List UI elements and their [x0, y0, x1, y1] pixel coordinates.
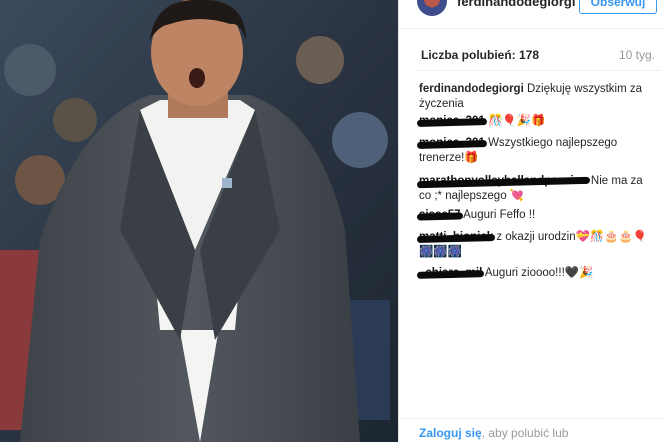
comment-item: ferdinandodegiorgi Dziękuję wszystkim za…: [419, 82, 655, 112]
comment-text: Auguri Feffo !!: [463, 209, 536, 221]
likes-row: Liczba polubień: 178 10 tyg.: [421, 48, 661, 62]
login-link[interactable]: Zaloguj się: [419, 426, 482, 440]
comment-item: matti_bionick z okazji urodzin💝🎊🎂🎂🎈🎆🎆🎆: [419, 230, 655, 260]
comment-item: monica_301 Wszystkiego najlepszego trene…: [419, 136, 655, 166]
divider: [417, 70, 661, 71]
comment-username[interactable]: marathonvolleyballandpassion: [419, 175, 588, 187]
coach-photo-illustration: [0, 0, 398, 442]
comment-username[interactable]: monica_301: [419, 137, 485, 149]
comment-username[interactable]: _chiara_mil: [419, 267, 482, 279]
comment-text: 🎊🎈🎉🎁: [488, 115, 546, 127]
likes-count[interactable]: Liczba polubień: 178: [421, 48, 539, 62]
comment-text: Auguri zioooo!!!🖤🎉: [484, 267, 594, 279]
post-photo: [0, 0, 398, 442]
post-time[interactable]: 10 tyg.: [619, 48, 655, 62]
login-row: Zaloguj się, aby polubić lub: [419, 426, 568, 440]
comment-username[interactable]: monica_301: [419, 115, 485, 127]
comment-item: sisse57 Auguri Feffo !!: [419, 208, 655, 223]
login-prompt-text: , aby polubić lub: [481, 426, 569, 440]
login-prompt: Zaloguj się, aby polubić lub: [399, 418, 664, 443]
comment-username[interactable]: ferdinandodegiorgi: [419, 83, 524, 95]
comment-item: _chiara_mil Auguri zioooo!!!🖤🎉: [419, 266, 655, 281]
post-author-username[interactable]: ferdinandodegiorgi: [457, 0, 575, 9]
comment-username[interactable]: matti_bionick: [419, 231, 493, 243]
comments-sidebar: ferdinandodegiorgi Obserwuj Liczba polub…: [398, 0, 664, 442]
comment-item: monica_301 🎊🎈🎉🎁: [419, 114, 655, 129]
follow-button[interactable]: Obserwuj: [579, 0, 657, 14]
avatar[interactable]: [417, 0, 447, 16]
comment-username[interactable]: sisse57: [419, 209, 461, 221]
post-header: ferdinandodegiorgi Obserwuj: [399, 0, 664, 29]
comment-item: marathonvolleyballandpassion Nie ma za c…: [419, 174, 655, 204]
